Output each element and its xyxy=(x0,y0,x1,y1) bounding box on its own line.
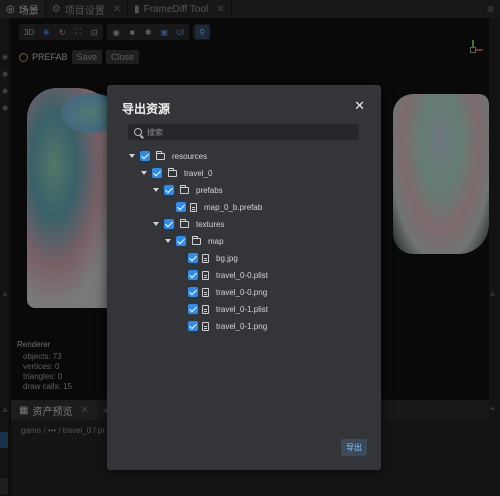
chevron-down-icon[interactable] xyxy=(152,220,160,228)
folder-icon xyxy=(156,150,165,160)
tree-folder-row[interactable]: map xyxy=(164,234,224,248)
folder-icon xyxy=(180,184,189,194)
checkbox-checked-icon[interactable] xyxy=(164,219,174,229)
tree-item-label: prefabs xyxy=(196,185,223,195)
tree-file-row[interactable]: travel_0-0.plist xyxy=(176,268,268,282)
folder-icon xyxy=(192,235,201,245)
tree-item-label: bg.jpg xyxy=(216,253,238,263)
export-dialog: 导出资源 ✕ resources travel_0prefabs map_0_b.p… xyxy=(107,85,381,470)
tree-item-label: travel_0-1.plist xyxy=(216,304,269,314)
export-button[interactable]: 导出 xyxy=(341,439,367,456)
checkbox-checked-icon[interactable] xyxy=(140,151,150,161)
file-icon xyxy=(202,253,209,263)
file-icon xyxy=(202,321,209,331)
checkbox-checked-icon[interactable] xyxy=(176,236,186,246)
tree-item-label: travel_0-0.plist xyxy=(216,270,269,280)
file-icon xyxy=(202,270,209,280)
chevron-down-icon[interactable] xyxy=(164,237,172,245)
checkbox-checked-icon[interactable] xyxy=(188,304,198,314)
close-icon[interactable]: ✕ xyxy=(354,98,365,114)
tree-item-label: travel_0-0.png xyxy=(216,287,268,297)
tree-item-label: textures xyxy=(196,219,225,229)
editor-window: ◎ 场景 ⚙ 项目设置 ✕ ▮ FrameDiff Tool ✕ ≡ ◉ ◉ ◉… xyxy=(0,0,500,496)
checkbox-checked-icon[interactable] xyxy=(188,270,198,280)
dialog-title: 导出资源 xyxy=(122,102,171,116)
tree-folder-row[interactable]: prefabs xyxy=(152,183,223,197)
checkbox-checked-icon[interactable] xyxy=(188,321,198,331)
checkbox-checked-icon[interactable] xyxy=(176,202,186,212)
file-icon xyxy=(202,287,209,297)
tree-item-label: resources xyxy=(172,151,208,161)
tree-file-row[interactable]: travel_0-0.png xyxy=(176,285,267,299)
tree-item-label: travel_0 xyxy=(184,168,213,178)
tree-item-label: travel_0-1.png xyxy=(216,321,268,331)
chevron-down-icon[interactable] xyxy=(128,152,136,160)
chevron-down-icon[interactable] xyxy=(140,169,148,177)
tree-folder-row[interactable]: travel_0 xyxy=(140,166,212,180)
folder-icon xyxy=(168,167,177,177)
tree-folder-row[interactable]: resources xyxy=(128,149,207,163)
checkbox-checked-icon[interactable] xyxy=(188,253,198,263)
file-icon xyxy=(202,304,209,314)
tree-item-label: map xyxy=(208,236,224,246)
tree-file-row[interactable]: map_0_b.prefab xyxy=(164,200,262,214)
file-icon xyxy=(190,202,197,212)
tree-file-row[interactable]: travel_0-1.plist xyxy=(176,302,268,316)
search-field[interactable] xyxy=(128,124,359,140)
tree-file-row[interactable]: travel_0-1.png xyxy=(176,319,267,333)
tree-file-row[interactable]: bg.jpg xyxy=(176,251,238,265)
tree-item-label: map_0_b.prefab xyxy=(204,202,263,212)
checkbox-checked-icon[interactable] xyxy=(188,287,198,297)
chevron-down-icon[interactable] xyxy=(152,186,160,194)
search-input[interactable] xyxy=(147,127,347,137)
tree-folder-row[interactable]: textures xyxy=(152,217,224,231)
checkbox-checked-icon[interactable] xyxy=(152,168,162,178)
checkbox-checked-icon[interactable] xyxy=(164,185,174,195)
folder-icon xyxy=(180,218,189,228)
search-icon xyxy=(134,128,142,136)
